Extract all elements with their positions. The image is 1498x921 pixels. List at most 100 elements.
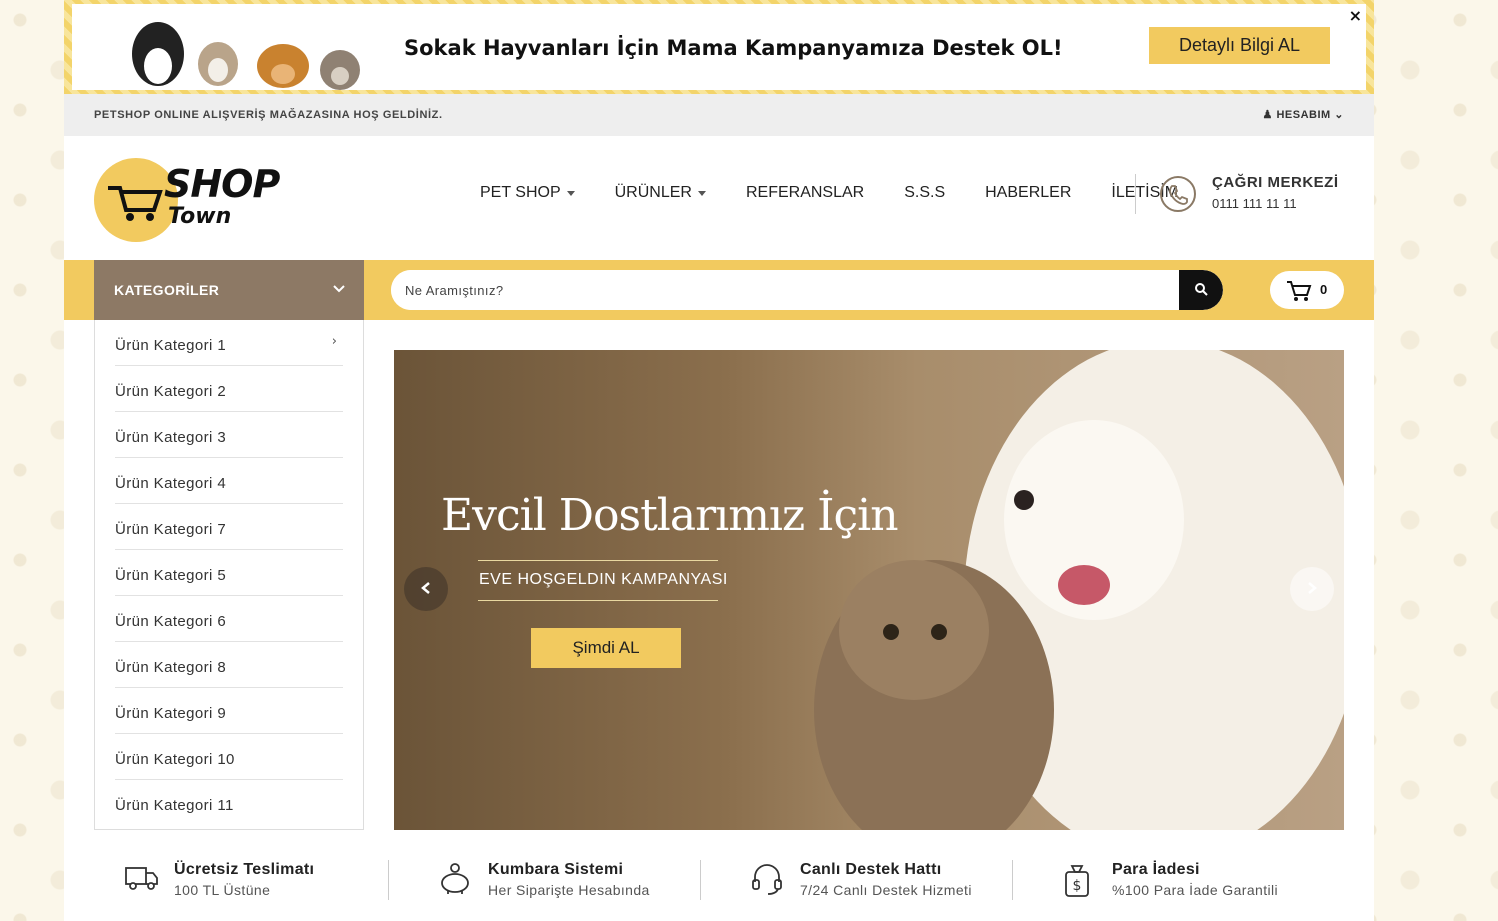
categories-toggle[interactable]: KATEGORİLER [94,260,364,320]
caret-down-icon [697,190,706,196]
pets-illustration [132,22,360,90]
account-menu[interactable]: ♟ HESABIM ⌄ [1263,108,1344,121]
chevron-right-icon: › [331,334,337,349]
category-item[interactable]: Ürün Kategori 2 [115,366,343,412]
slide-buy-now-button[interactable]: Şimdi AL [531,628,681,668]
promo-text: Sokak Hayvanları İçin Mama Kampanyamıza … [404,36,1063,60]
nav-item-news[interactable]: HABERLER [985,184,1071,202]
slider-prev-button[interactable] [404,567,448,611]
truck-icon [125,867,158,890]
search-button[interactable] [1179,270,1223,310]
slide-image-cat-dog [814,350,1344,830]
nav-item-pet-shop[interactable]: PET SHOP [480,184,575,202]
category-item[interactable]: Ürün Kategori 11 [115,780,343,826]
category-label: Ürün Kategori 5 [115,567,227,584]
category-label: Ürün Kategori 8 [115,659,227,676]
cart-icon [1287,281,1312,301]
headset-icon [752,864,782,895]
chevron-down-icon [333,285,345,293]
chevron-down-icon: ⌄ [1334,109,1344,121]
hero-slider: Evcil Dostlarımız İçin EVE HOŞGELDIN KAM… [394,350,1344,830]
piggy-bank-icon [441,863,469,894]
slide-divider [478,560,718,561]
feature-subtitle: Her Siparişte Hesabında [488,882,650,898]
feature-free-delivery: Ücretsiz Teslimatı 100 TL Üstüne [94,850,388,910]
nav-label: HABERLER [985,184,1072,201]
feature-subtitle: 7/24 Canlı Destek Hizmeti [800,882,972,898]
search-box [391,270,1223,310]
feature-title: Ücretsiz Teslimatı [174,861,315,878]
category-label: Ürün Kategori 4 [115,475,227,492]
call-center[interactable]: ÇAĞRI MERKEZİ 0111 111 11 11 [1160,174,1360,218]
feature-subtitle: %100 Para İade Garantili [1112,882,1279,898]
promo-banner: Sokak Hayvanları İçin Mama Kampanyamıza … [64,0,1374,94]
caret-down-icon [566,190,575,196]
nav-label: S.S.S [904,184,946,201]
call-center-phone: 0111 111 11 11 [1212,196,1297,211]
category-label: Ürün Kategori 7 [115,521,227,538]
nav-item-products[interactable]: ÜRÜNLER [615,184,706,202]
chevron-left-icon [421,581,430,594]
category-label: Ürün Kategori 10 [115,751,235,768]
category-item[interactable]: Ürün Kategori 5 [115,550,343,596]
category-item[interactable]: Ürün Kategori 3 [115,412,343,458]
slide-subtitle: EVE HOŞGELDIN KAMPANYASI [479,571,728,588]
category-item[interactable]: Ürün Kategori 4 [115,458,343,504]
category-label: Ürün Kategori 1 [115,337,227,354]
feature-refund: $ Para İadesi %100 Para İade Garantili [1032,850,1344,910]
nav-divider [1135,174,1136,214]
feature-piggy-bank: Kumbara Sistemi Her Siparişte Hesabında [408,850,700,910]
top-bar: PETSHOP ONLINE ALIŞVERİŞ MAĞAZASINA HOŞ … [64,94,1374,136]
slider-next-button[interactable] [1290,567,1334,611]
categories-header-label: KATEGORİLER [114,282,220,298]
nav-item-references[interactable]: REFERANSLAR [746,184,864,202]
logo-shop-text: SHOP [164,162,280,206]
feature-subtitle: 100 TL Üstüne [174,882,271,898]
main-nav: PET SHOP ÜRÜNLER REFERANSLAR S.S.S HABER… [480,184,1218,202]
feature-title: Para İadesi [1112,861,1200,878]
chevron-right-icon [1308,581,1317,594]
money-bag-icon: $ [1065,865,1089,897]
category-item[interactable]: Ürün Kategori 1 › [115,320,343,366]
nav-label: ÜRÜNLER [614,184,692,201]
nav-item-faq[interactable]: S.S.S [904,184,945,202]
feature-divider [388,860,389,900]
slide-title: Evcil Dostlarımız İçin [441,490,899,541]
feature-title: Canlı Destek Hattı [800,861,942,878]
category-item[interactable]: Ürün Kategori 8 [115,642,343,688]
features-row: Ücretsiz Teslimatı 100 TL Üstüne Kumbara… [94,850,1344,910]
search-input[interactable] [391,270,1179,310]
promo-more-info-button[interactable]: Detaylı Bilgi AL [1149,27,1330,64]
feature-divider [700,860,701,900]
page-container: Sokak Hayvanları İçin Mama Kampanyamıza … [64,0,1374,921]
cart-button[interactable]: 0 [1270,271,1344,309]
search-icon [1195,282,1208,296]
feature-title: Kumbara Sistemi [488,861,624,878]
nav-label: PET SHOP [480,184,561,201]
category-item[interactable]: Ürün Kategori 7 [115,504,343,550]
category-item[interactable]: Ürün Kategori 6 [115,596,343,642]
cart-count: 0 [1320,282,1328,297]
category-label: Ürün Kategori 3 [115,429,227,446]
search-row: KATEGORİLER 0 [64,260,1374,320]
feature-live-support: Canlı Destek Hattı 7/24 Canlı Destek Hiz… [720,850,1012,910]
user-icon: ♟ [1262,109,1273,121]
categories-list: Ürün Kategori 1 › Ürün Kategori 2 Ürün K… [94,320,364,830]
close-icon[interactable]: × [1349,6,1362,25]
welcome-text: PETSHOP ONLINE ALIŞVERİŞ MAĞAZASINA HOŞ … [94,109,443,121]
slide-divider [478,600,718,601]
svg-text:$: $ [1073,878,1082,894]
call-center-title: ÇAĞRI MERKEZİ [1212,174,1339,191]
phone-icon [1160,176,1196,212]
cart-logo-icon [108,186,163,221]
feature-divider [1012,860,1013,900]
category-label: Ürün Kategori 11 [115,797,234,814]
category-item[interactable]: Ürün Kategori 9 [115,688,343,734]
category-item[interactable]: Ürün Kategori 10 [115,734,343,780]
logo[interactable]: SHOP Town [94,158,314,244]
promo-inner: Sokak Hayvanları İçin Mama Kampanyamıza … [72,4,1366,90]
category-label: Ürün Kategori 6 [115,613,227,630]
account-label: HESABIM [1276,109,1331,121]
header: SHOP Town PET SHOP ÜRÜNLER REFERANSLAR S… [64,136,1374,260]
category-label: Ürün Kategori 9 [115,705,227,722]
